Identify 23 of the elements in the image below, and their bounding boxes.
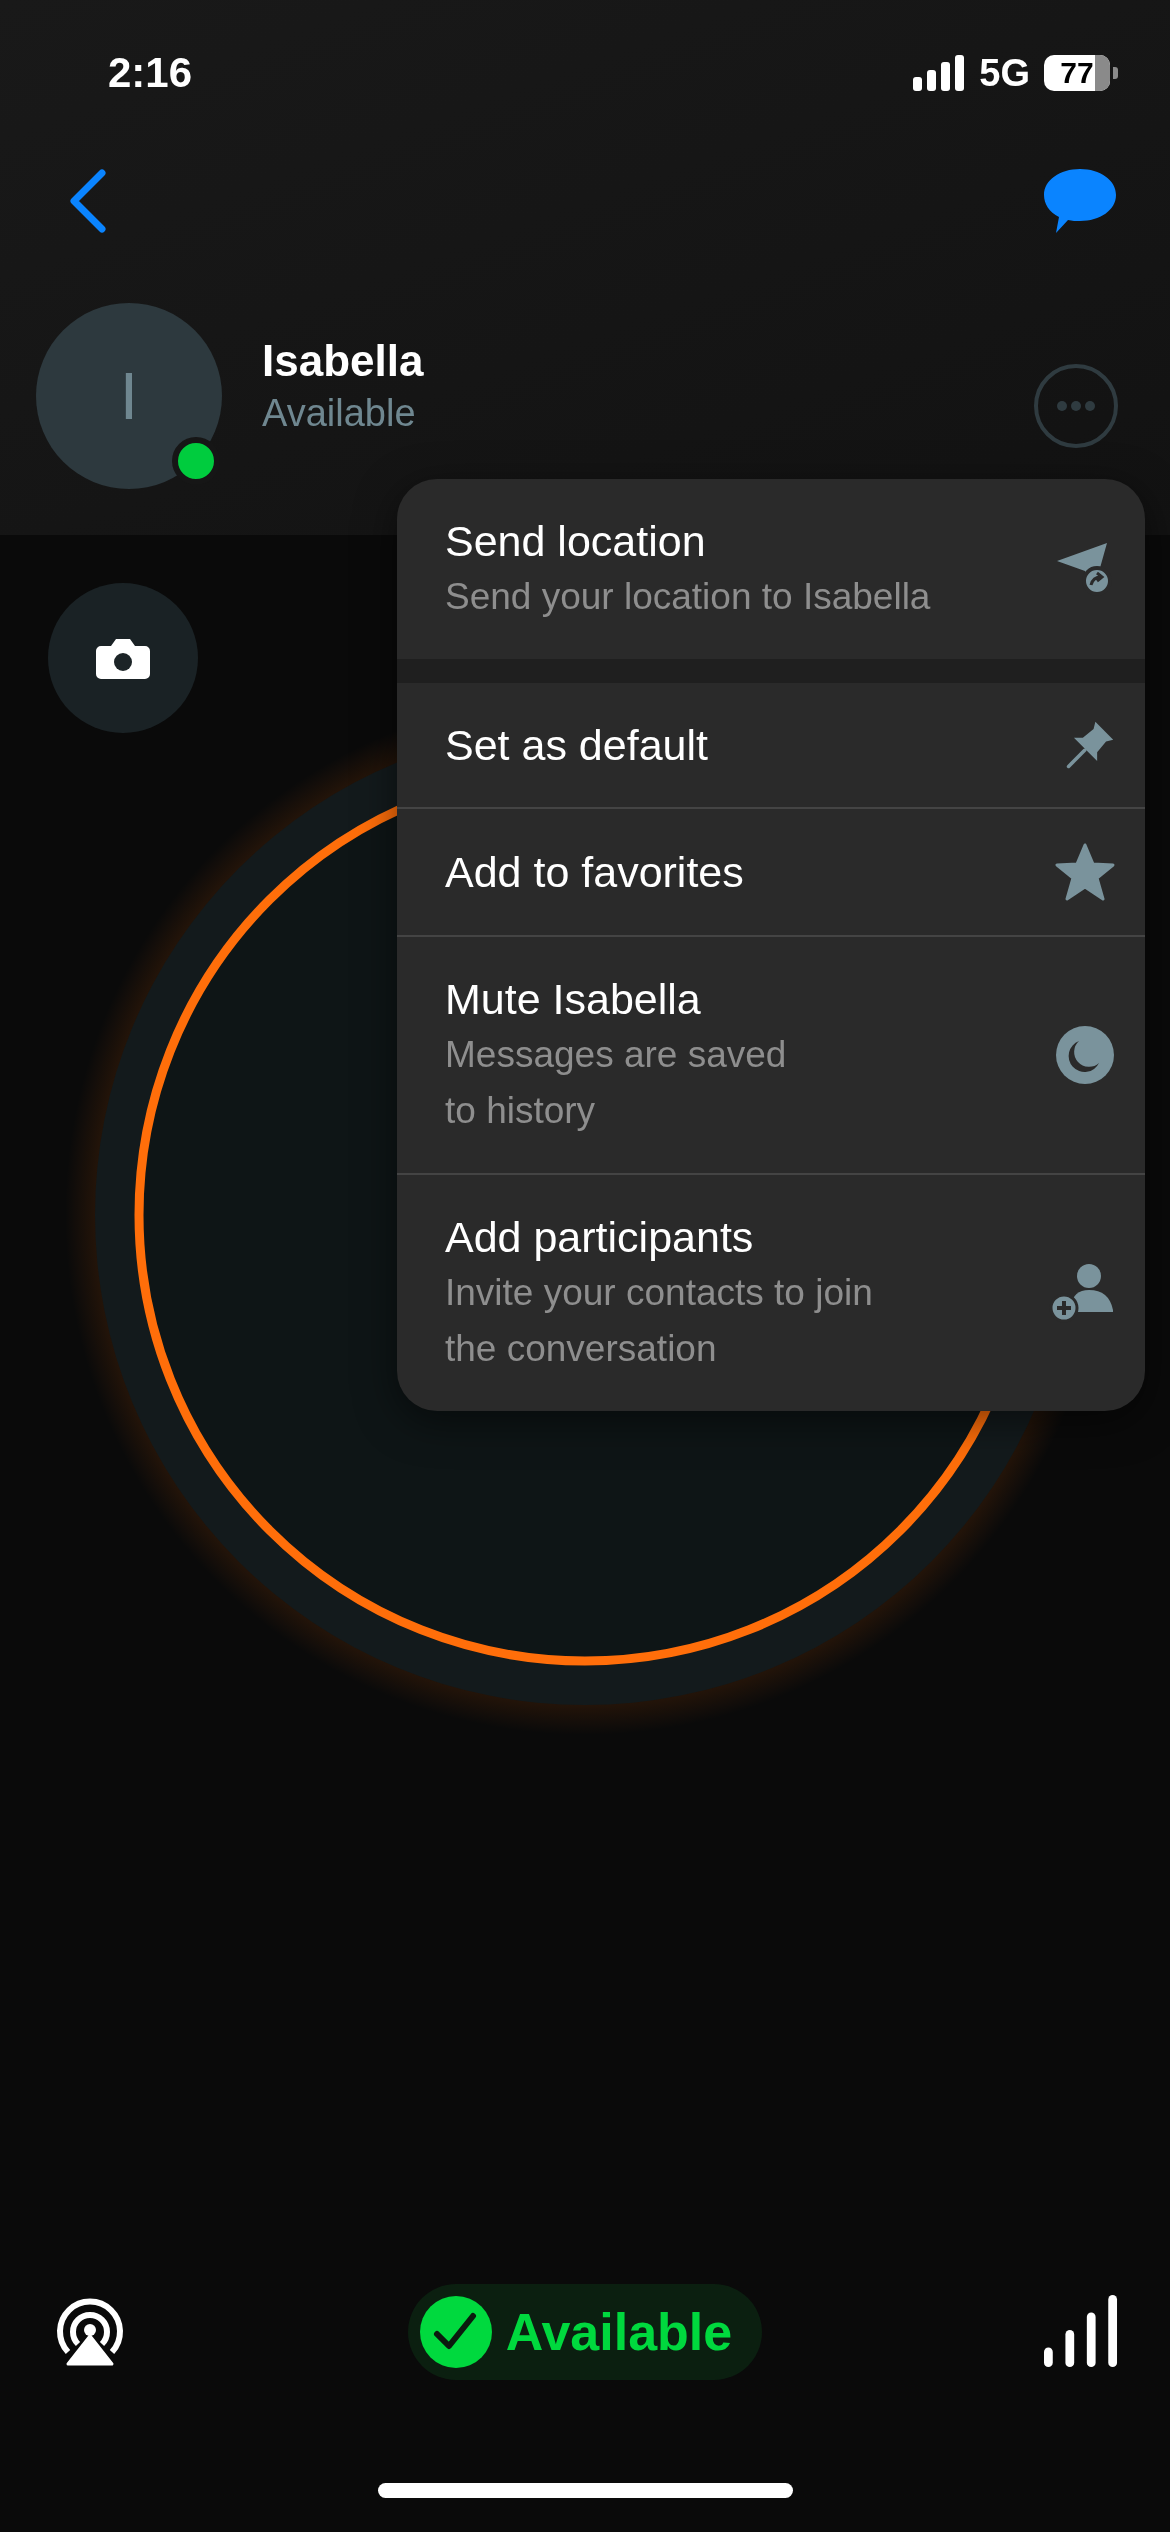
network-label: 5G xyxy=(979,51,1030,95)
signal-strength-icon xyxy=(1044,2295,1118,2369)
status-time: 2:16 xyxy=(108,49,193,97)
contact-status: Available xyxy=(262,390,417,436)
menu-item[interactable]: Add participants Invite your contacts to join the conversation xyxy=(397,1173,1145,1411)
back-icon[interactable] xyxy=(68,169,108,233)
availability-badge[interactable]: Available xyxy=(407,2284,763,2380)
menu-item[interactable]: Mute Isabella Messages are saved to history xyxy=(397,935,1145,1173)
camera-icon xyxy=(95,636,151,680)
pin-icon xyxy=(1065,720,1115,770)
check-icon xyxy=(419,2296,492,2368)
signal-icon xyxy=(913,55,966,91)
menu-item[interactable]: Add to favorites xyxy=(397,807,1145,935)
availability-label: Available xyxy=(505,2302,733,2362)
menu-item[interactable]: Send location Send your location to Isabella xyxy=(397,479,1145,659)
ellipsis-icon xyxy=(1056,400,1096,411)
moon-icon xyxy=(1055,1025,1115,1085)
avatar: I xyxy=(36,302,222,489)
menu-item[interactable]: Set as default xyxy=(397,683,1145,807)
airplay-audio-icon[interactable] xyxy=(54,2296,126,2368)
chat-bubble-icon[interactable] xyxy=(1042,167,1118,235)
star-icon xyxy=(1055,843,1115,901)
contact-name: Isabella xyxy=(262,334,425,387)
